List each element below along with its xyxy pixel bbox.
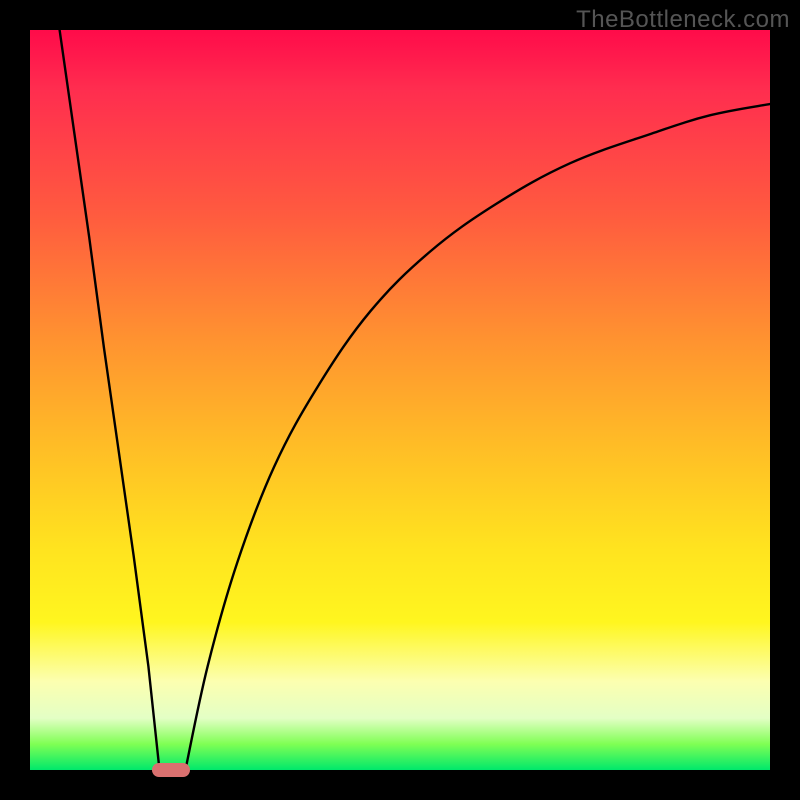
chart-frame: TheBottleneck.com [0, 0, 800, 800]
watermark-text: TheBottleneck.com [576, 6, 790, 34]
plot-area [30, 30, 770, 770]
optimal-point-marker [152, 763, 190, 777]
bottleneck-curve [30, 30, 770, 770]
